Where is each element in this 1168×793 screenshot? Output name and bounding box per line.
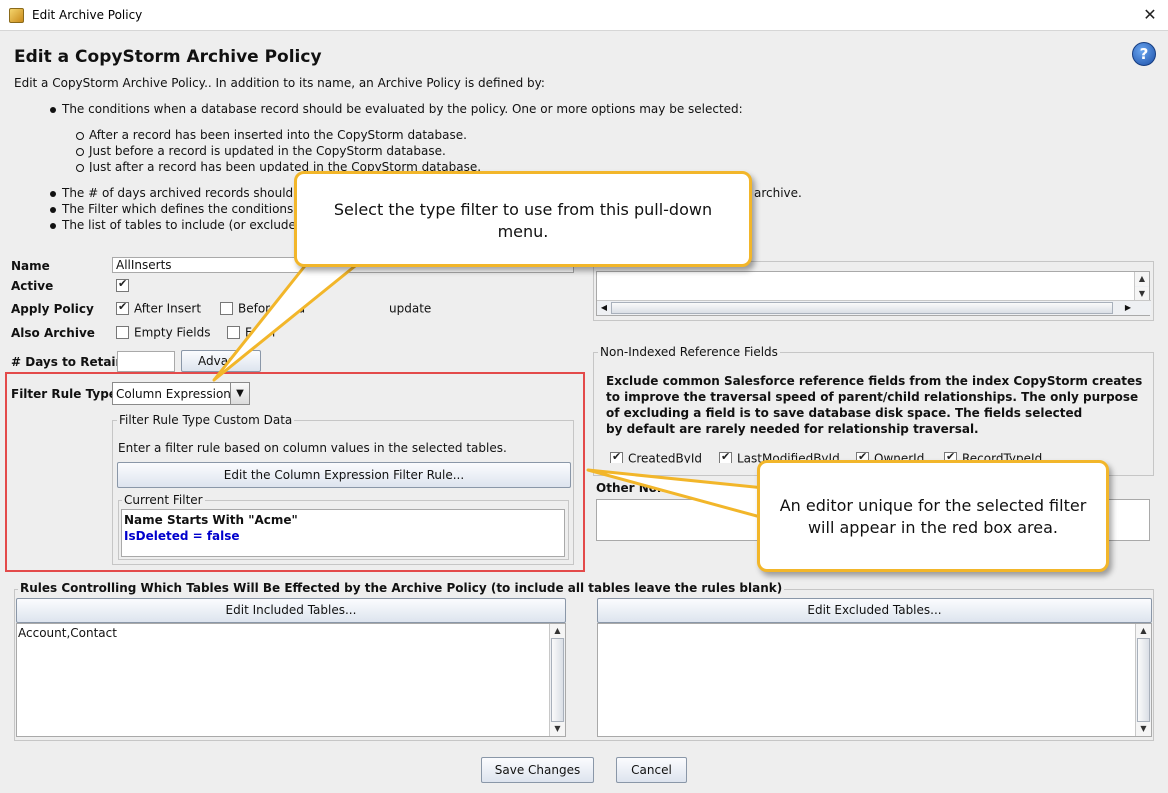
callout-right: An editor unique for the selected filter… — [757, 460, 1109, 572]
callout-right-pointer — [586, 468, 766, 520]
callout-top: Select the type filter to use from this … — [294, 171, 752, 267]
callout-top-pointer — [212, 260, 362, 382]
callout-pointers — [212, 260, 766, 520]
